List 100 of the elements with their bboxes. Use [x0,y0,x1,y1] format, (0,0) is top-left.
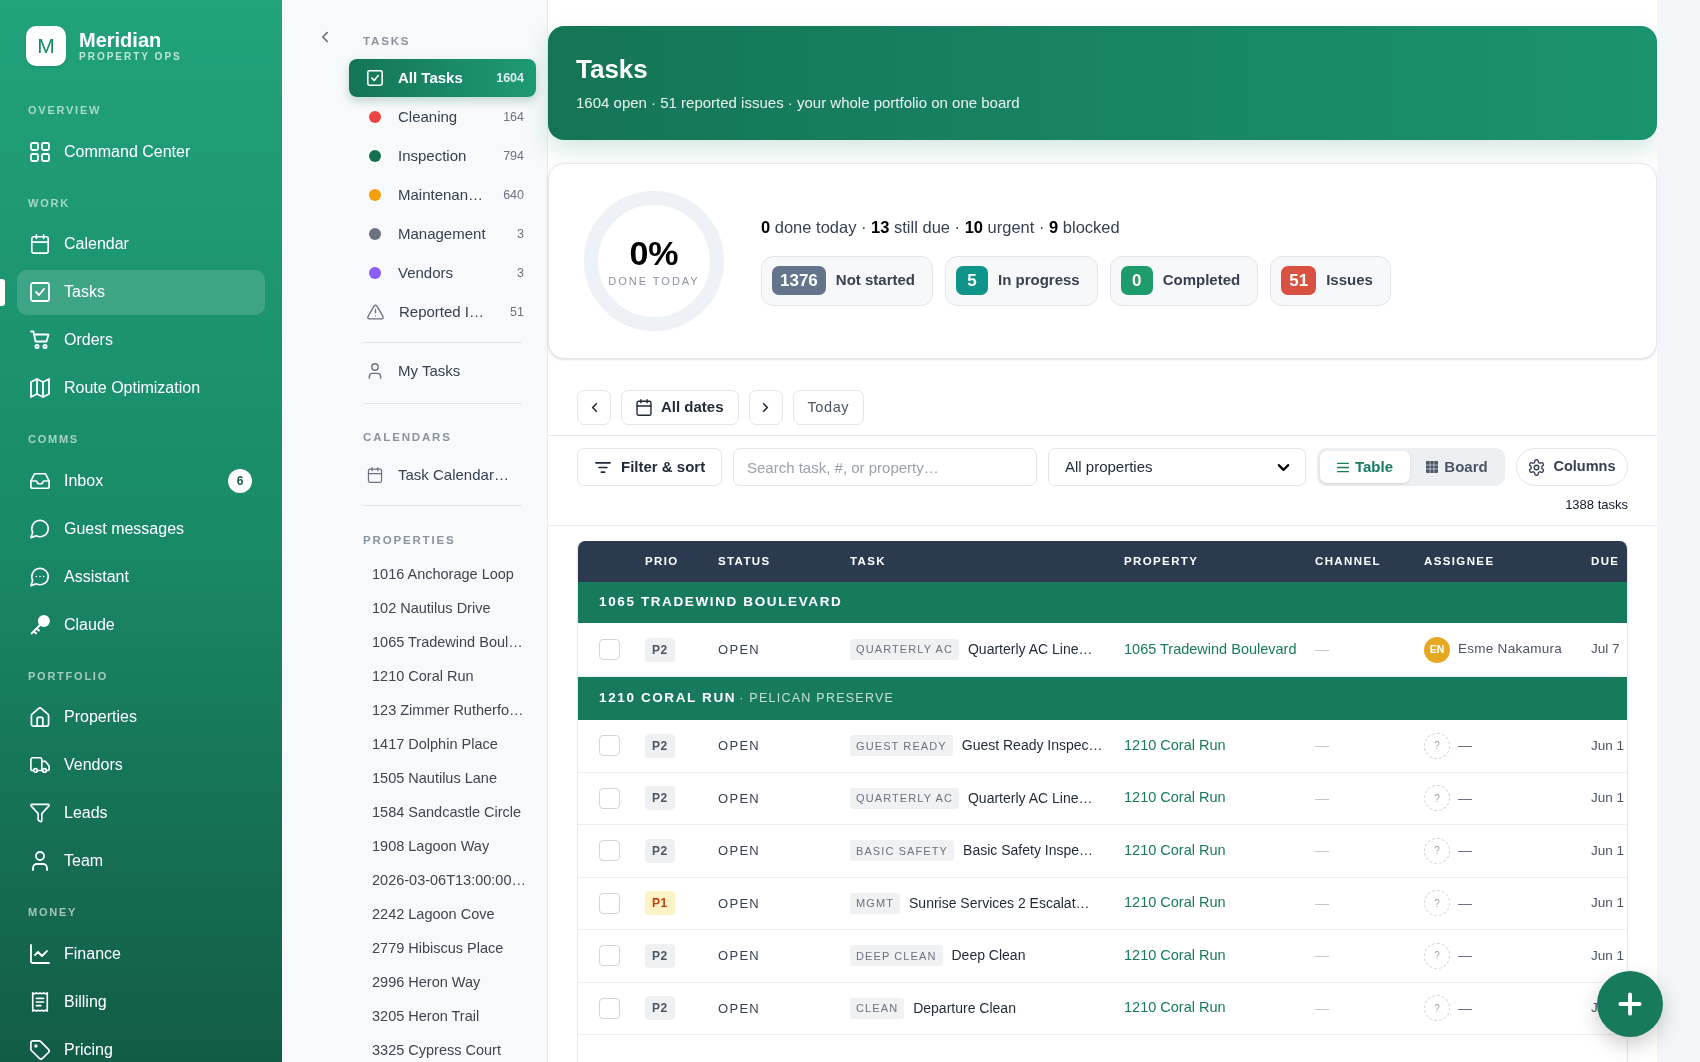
priority-badge: P2 [645,786,675,811]
status-cell-text: OPEN [718,640,761,659]
columns-button[interactable]: Columns [1516,448,1628,486]
today-button[interactable]: Today [792,390,865,425]
property-link[interactable]: 1210 Coral Run [1124,892,1226,915]
row-checkbox[interactable] [599,735,620,757]
task-nav-item[interactable]: Task Calendar… [349,456,536,494]
task-category[interactable]: Vendors 3 [349,254,536,292]
brand-tagline: PROPERTY OPS [79,51,182,63]
date-range-button[interactable]: All dates [621,390,739,425]
row-checkbox[interactable] [599,892,620,914]
property-link[interactable]: 1584 Sandcastle Circle [349,795,536,830]
task-category[interactable]: Management 3 [349,215,536,253]
property-link[interactable]: 2996 Heron Way [349,965,536,1000]
property-link[interactable]: 2779 Hibiscus Place [349,931,536,966]
task-tag: MGMT [850,892,900,914]
truck-icon [30,755,50,775]
property-link[interactable]: 2242 Lagoon Cove [349,897,536,932]
task-title[interactable]: Guest Ready Inspec… [961,735,1103,757]
sidebar-item[interactable]: Route Optimization [17,365,265,411]
sidebar-item[interactable]: Guest messages [17,506,265,551]
receipt-icon [30,991,50,1012]
status-label: In progress [998,270,1080,291]
due-date: Jul 7 [1591,640,1620,659]
property-link[interactable]: 1065 Tradewind Boulevard [1124,638,1297,661]
nav-section-label: MONEY [28,905,78,919]
property-link[interactable]: 3205 Heron Trail [349,999,536,1034]
property-link[interactable]: 1016 Anchorage Loop [349,557,536,592]
status-label: Completed [1162,270,1241,291]
sidebar-item[interactable]: Leads [17,790,265,836]
property-link[interactable]: 1210 Coral Run [1124,734,1226,757]
task-title[interactable]: Sunrise Services 2 Escalat… [909,892,1090,914]
task-title[interactable]: Departure Clean [913,997,1016,1019]
task-category[interactable]: Cleaning 164 [349,98,536,136]
collapse-chevron-icon[interactable] [322,32,328,42]
task-title[interactable]: Basic Safety Inspe… [963,840,1093,862]
sidebar-item[interactable]: Pricing [17,1027,265,1062]
key-icon [30,614,50,635]
category-count: 3 [517,264,524,282]
calendar-icon [367,467,383,483]
sidebar-item[interactable]: Orders [17,317,265,363]
previous-button[interactable] [577,390,611,425]
task-category[interactable]: Maintenan… 640 [349,176,536,214]
task-nav-item[interactable]: My Tasks [349,352,536,390]
status-chip[interactable]: 5 In progress [945,255,1098,306]
channel-cell-text: — [1315,640,1329,659]
task-title[interactable]: Quarterly AC Line… [967,787,1093,809]
status-chip[interactable]: 1376 Not started [761,255,933,306]
property-link[interactable]: 1210 Coral Run [1124,944,1226,967]
category-count: 51 [510,303,524,321]
property-link[interactable]: 1210 Coral Run [1124,787,1226,810]
status-cell-text: OPEN [718,842,761,860]
task-category[interactable]: Inspection 794 [349,137,536,175]
column-header: CHANNEL [1315,553,1381,569]
status-label: Issues [1326,270,1373,291]
sidebar-item[interactable]: Assistant [17,554,265,599]
sidebar-item[interactable]: Finance [17,931,265,976]
sidebar-item[interactable]: Billing [17,979,265,1024]
channel-cell-text: — [1315,841,1329,861]
filter-sort-button[interactable]: Filter & sort [577,448,722,486]
property-link[interactable]: 123 Zimmer Rutherfo… [349,693,536,728]
sidebar-item[interactable]: Inbox 6 [17,458,265,503]
sidebar-item[interactable]: Properties [17,694,265,740]
warning-icon [367,304,384,320]
search-field[interactable]: Search task, #, or property… [733,448,1037,486]
tag-icon [30,1039,50,1060]
row-checkbox[interactable] [599,945,620,967]
next-button[interactable] [748,390,783,425]
sidebar-item[interactable]: Claude [17,602,265,647]
view-tab[interactable]: Table [1320,451,1410,483]
property-link[interactable]: 1065 Tradewind Boul… [349,625,536,660]
row-checkbox[interactable] [599,840,620,862]
property-link[interactable]: 1505 Nautilus Lane [349,761,536,796]
task-title[interactable]: Deep Clean [951,945,1026,967]
status-chip[interactable]: 51 Issues [1270,255,1391,306]
nav-section-label: CALENDARS [363,430,452,444]
sidebar-item[interactable]: Team [17,838,265,884]
row-checkbox[interactable] [599,787,620,809]
task-title[interactable]: Quarterly AC Line… [967,639,1093,660]
task-category[interactable]: Reported I… 51 [349,293,536,331]
chevron-down-icon [1278,463,1289,471]
property-link[interactable]: 1210 Coral Run [1124,997,1226,1020]
sidebar-item[interactable]: Vendors [17,742,265,788]
property-link[interactable]: 102 Nautilus Drive [349,591,536,626]
property-link[interactable]: 1210 Coral Run [1124,839,1226,862]
status-count: 0 [1120,266,1153,295]
property-link[interactable]: 1417 Dolphin Place [349,727,536,762]
row-checkbox[interactable] [599,639,620,660]
assignee-avatar: EN [1424,636,1450,663]
status-chip[interactable]: 0 Completed [1109,255,1259,306]
sidebar-item[interactable]: Calendar [17,221,265,267]
property-select[interactable]: All properties [1048,448,1306,486]
property-link[interactable]: 2026-03-06T13:00:00… [349,863,536,898]
property-link[interactable]: 1908 Lagoon Way [349,829,536,864]
row-checkbox[interactable] [599,997,620,1019]
property-link[interactable]: 3325 Cypress Court [349,1033,536,1062]
nav-section-label: OVERVIEW [28,103,102,117]
property-link[interactable]: 1210 Coral Run [349,659,536,694]
view-tab[interactable]: Board [1412,451,1502,483]
task-category[interactable]: All Tasks 1604 [349,59,536,97]
